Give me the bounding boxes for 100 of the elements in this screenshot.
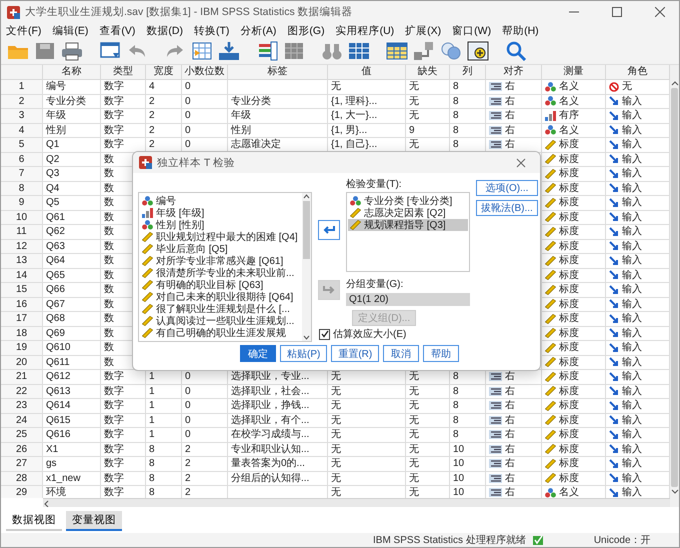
table-icon[interactable]: [386, 41, 408, 62]
row-number[interactable]: 13: [1, 254, 43, 268]
table-arrow-icon[interactable]: [191, 41, 213, 62]
table-cell: 专业分类: [228, 94, 328, 109]
table-cell: 标度: [559, 428, 579, 442]
row-number[interactable]: 19: [1, 341, 43, 356]
scrollbar-thumb[interactable]: [671, 88, 678, 487]
side-button[interactable]: 拔靴法(B)...: [476, 200, 538, 216]
column-header[interactable]: 测量: [542, 65, 606, 80]
grouping-field[interactable]: Q1(1 20): [346, 293, 470, 306]
scroll-up-icon[interactable]: [303, 193, 310, 199]
row-number[interactable]: 18: [1, 326, 43, 341]
insert-down-icon[interactable]: [218, 41, 240, 62]
dialog-button[interactable]: 粘贴(P): [280, 345, 328, 362]
column-header[interactable]: 宽度: [146, 65, 182, 80]
list-item[interactable]: 规划课程指导 [Q3]: [348, 219, 468, 231]
scroll-up-icon[interactable]: [670, 80, 678, 86]
column-header[interactable]: 缺失: [406, 65, 450, 80]
row-number[interactable]: 21: [1, 370, 43, 384]
menu-item[interactable]: 转换(T): [191, 24, 238, 38]
row-number[interactable]: 22: [1, 384, 43, 399]
dialog-button[interactable]: 帮助: [423, 345, 460, 362]
search-icon[interactable]: [505, 41, 527, 62]
variables-icon[interactable]: [256, 41, 278, 62]
menu-item[interactable]: 文件(F): [3, 24, 50, 38]
menu-item[interactable]: 分析(A): [237, 24, 284, 38]
list-item[interactable]: 专业分类 [专业分类]: [348, 195, 468, 207]
row-number[interactable]: 20: [1, 356, 43, 370]
variable-list[interactable]: 编号 年级 [年级] 性别 [性别] 职业规划过程中最大的困难 [Q4] 毕业后意向 [Q5] 对所学专业非常感兴趣 [Q61] 很清楚所学专业的未来职业前... 有明确的职业目标 [Q63] 对自己未来的职业很期待 [Q64] 很了解职业生涯规划是什么 [... 认真阅读过一些职业生涯规划... 有自己明确的职业生涯发展规: [138, 192, 312, 342]
row-number[interactable]: 3: [1, 109, 43, 124]
row-number[interactable]: 7: [1, 167, 43, 182]
list-scrollbar[interactable]: [302, 193, 311, 341]
dialog-button[interactable]: 确定: [240, 345, 276, 362]
column-header[interactable]: 列: [450, 65, 486, 80]
menu-item[interactable]: 扩展(X): [402, 24, 450, 38]
row-number[interactable]: 5: [1, 138, 43, 152]
menu-item[interactable]: 数据(D): [143, 24, 191, 38]
menu-item[interactable]: 实用程序(U): [332, 24, 402, 38]
row-number[interactable]: 24: [1, 414, 43, 428]
view-tab[interactable]: 数据视图: [6, 511, 62, 531]
arrow-icon: [609, 226, 619, 237]
row-number[interactable]: 28: [1, 472, 43, 486]
row-number[interactable]: 8: [1, 182, 43, 196]
menu-item[interactable]: 帮助(H): [499, 24, 547, 38]
view-tab[interactable]: 变量视图: [66, 511, 122, 531]
row-number[interactable]: 23: [1, 399, 43, 414]
scroll-down-icon[interactable]: [670, 489, 678, 495]
dialog-button[interactable]: 取消: [383, 345, 420, 362]
row-number[interactable]: 16: [1, 298, 43, 312]
split-icon[interactable]: [413, 41, 435, 62]
column-header[interactable]: 值: [328, 65, 406, 80]
binoculars-icon[interactable]: [321, 41, 343, 62]
scrollbar-thumb[interactable]: [303, 201, 310, 259]
row-number[interactable]: 26: [1, 442, 43, 457]
column-header[interactable]: 类型: [101, 65, 146, 80]
printer-icon[interactable]: [61, 41, 83, 62]
column-header[interactable]: 小数位数: [182, 65, 228, 80]
column-header[interactable]: 名称: [43, 65, 101, 80]
vertical-scrollbar[interactable]: [670, 65, 679, 507]
row-number[interactable]: 15: [1, 283, 43, 298]
row-number[interactable]: 29: [1, 486, 43, 498]
column-header[interactable]: 标签: [228, 65, 328, 80]
menu-item[interactable]: 图形(G): [284, 24, 333, 38]
row-number[interactable]: 9: [1, 196, 43, 210]
row-number[interactable]: 2: [1, 94, 43, 109]
table-cell: 标度: [559, 240, 579, 253]
row-number[interactable]: 4: [1, 124, 43, 138]
row-number[interactable]: 1: [1, 80, 43, 94]
column-header[interactable]: 角色: [606, 65, 670, 80]
scroll-left-icon[interactable]: [43, 500, 51, 508]
checkbox[interactable]: [319, 328, 330, 340]
menu-item[interactable]: 编辑(E): [49, 24, 96, 38]
row-number[interactable]: 27: [1, 457, 43, 472]
field-label: 分组变量(G):: [346, 279, 404, 291]
column-header[interactable]: 对齐: [486, 65, 542, 80]
table-cell: 专业和职业认知...: [228, 442, 328, 457]
table-cell: Q68: [43, 312, 101, 326]
save-icon[interactable]: [34, 41, 56, 62]
circles-icon[interactable]: [440, 41, 462, 62]
table-cell: 10: [450, 457, 486, 472]
row-number[interactable]: 6: [1, 152, 43, 167]
test-variable-list[interactable]: 专业分类 [专业分类] 志愿决定因素 [Q2] 规划课程指导 [Q3]: [346, 192, 470, 272]
row-number[interactable]: 17: [1, 312, 43, 326]
grid-icon[interactable]: [283, 41, 305, 62]
side-button[interactable]: 选项(O)...: [476, 180, 538, 196]
row-number[interactable]: 25: [1, 428, 43, 442]
row-number[interactable]: 10: [1, 210, 43, 225]
move-button[interactable]: [318, 220, 340, 240]
row-number[interactable]: 11: [1, 225, 43, 240]
menu-item[interactable]: 窗口(W): [449, 24, 500, 38]
table-cell: Q612: [43, 370, 101, 384]
row-number[interactable]: 12: [1, 240, 43, 254]
horizontal-scrollbar[interactable]: [43, 498, 670, 508]
list-item[interactable]: 志愿决定因素 [Q2]: [348, 207, 468, 219]
arrow-icon: [609, 357, 619, 368]
row-number[interactable]: 14: [1, 268, 43, 283]
dialog-button[interactable]: 重置(R): [331, 345, 380, 362]
menu-item[interactable]: 查看(V): [96, 24, 144, 38]
scroll-down-icon[interactable]: [303, 335, 310, 341]
select-icon[interactable]: [467, 41, 489, 62]
